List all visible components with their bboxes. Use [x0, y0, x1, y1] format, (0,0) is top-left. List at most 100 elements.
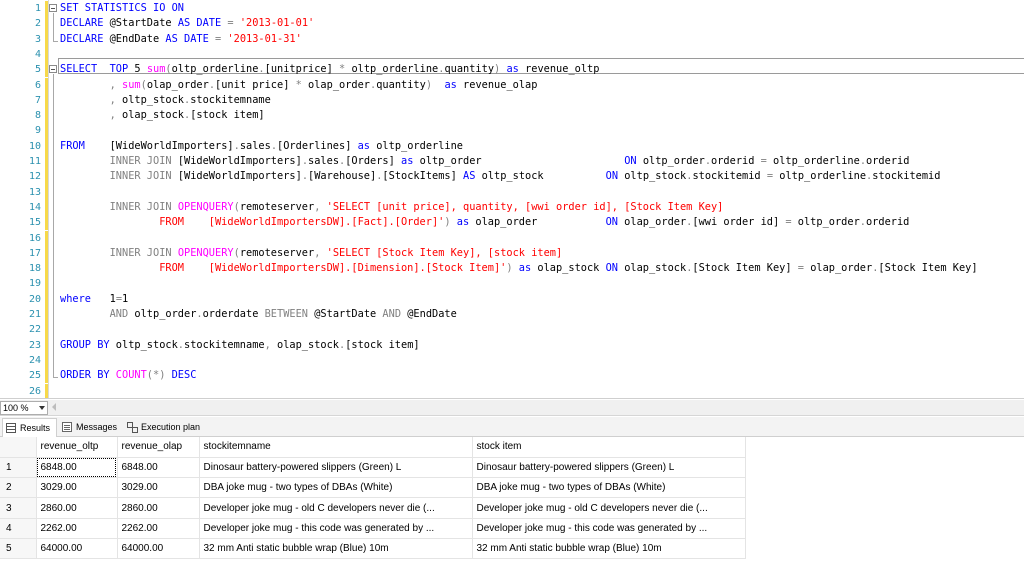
- zoom-dropdown[interactable]: 100 %: [0, 401, 48, 415]
- results-tabs: Results Messages Execution plan: [0, 417, 1024, 437]
- results-grid[interactable]: revenue_oltp revenue_olap stockitemname …: [0, 437, 746, 560]
- identifier-token: [WideWorldImporters]: [177, 170, 302, 183]
- code-line[interactable]: INNER JOIN OPENQUERY(remoteserver, 'SELE…: [60, 246, 563, 261]
- row-number[interactable]: 4: [0, 518, 37, 539]
- keyword-token: FROM: [60, 139, 110, 152]
- code-line[interactable]: AND oltp_order.orderdate BETWEEN @StartD…: [60, 307, 457, 322]
- column-header[interactable]: stockitemname: [199, 437, 473, 458]
- identifier-token: oltp_orderline: [171, 63, 259, 76]
- line-number: 18: [28, 263, 41, 275]
- row-number[interactable]: 2: [0, 477, 37, 499]
- code-line[interactable]: DECLARE @StartDate AS DATE = '2013-01-01…: [60, 16, 314, 31]
- line-number: 23: [28, 339, 41, 351]
- code-line[interactable]: INNER JOIN [WideWorldImporters].[Warehou…: [60, 169, 941, 184]
- identifier-token: orderid: [711, 155, 761, 167]
- code-line[interactable]: SET STATISTICS IO ON: [60, 1, 184, 16]
- grid-cell[interactable]: 6848.00: [117, 457, 200, 479]
- tab-execution-plan[interactable]: Execution plan: [124, 418, 204, 436]
- code-line[interactable]: INNER JOIN [WideWorldImporters].sales.[O…: [60, 154, 910, 169]
- keyword-token: ORDER BY: [60, 369, 116, 382]
- grid-cell[interactable]: 2262.00: [117, 518, 200, 539]
- operator-token: =: [766, 170, 780, 183]
- grid-cell[interactable]: Developer joke mug - old C developers ne…: [472, 497, 746, 519]
- code-line[interactable]: FROM [WideWorldImporters].sales.[Orderli…: [60, 139, 463, 154]
- identifier-token: olap_order: [146, 78, 209, 91]
- code-line[interactable]: FROM [WideWorldImportersDW].[Dimension].…: [60, 261, 978, 276]
- keyword-token: DECLARE: [60, 32, 110, 45]
- code-line[interactable]: DECLARE @EndDate AS DATE = '2013-01-31': [60, 32, 302, 47]
- table-row[interactable]: 4 2262.00 2262.00 Developer joke mug - this…: [0, 518, 746, 539]
- changed-line-marker: [45, 337, 48, 353]
- table-row[interactable]: 3 2860.00 2860.00 Developer joke mug - old …: [0, 497, 746, 519]
- grid-cell[interactable]: 2860.00: [36, 497, 118, 519]
- table-row[interactable]: 5 64000.00 64000.00 32 mm Anti static bubbl…: [0, 538, 746, 560]
- identifier-token: stockitemid: [692, 170, 767, 183]
- keyword-token: as: [357, 139, 377, 152]
- code-line[interactable]: , oltp_stock.stockitemname: [60, 93, 271, 108]
- grid-cell[interactable]: Developer joke mug - this code was gener…: [199, 518, 473, 539]
- row-number[interactable]: 5: [0, 538, 37, 560]
- operator-token: INNER JOIN: [109, 155, 178, 167]
- identifier-token: @EndDate: [407, 308, 457, 320]
- keyword-token: as: [401, 155, 420, 167]
- column-header[interactable]: revenue_oltp: [36, 437, 118, 458]
- operator-token: (*): [146, 369, 172, 382]
- identifier-token: @StartDate: [314, 308, 383, 320]
- operator-token: ,: [60, 109, 122, 122]
- grid-cell[interactable]: Developer joke mug - old C developers ne…: [199, 497, 473, 519]
- identifier-token: [Stock Item Key]: [878, 262, 978, 275]
- grid-cell[interactable]: 64000.00: [117, 538, 200, 560]
- grid-cell[interactable]: DBA joke mug - two types of DBAs (White): [472, 477, 746, 499]
- code-line[interactable]: INNER JOIN OPENQUERY(remoteserver, 'SELE…: [60, 200, 724, 215]
- code-line[interactable]: FROM [WideWorldImportersDW].[Fact].[Orde…: [60, 215, 909, 230]
- grid-cell[interactable]: 3029.00: [117, 477, 200, 499]
- code-line[interactable]: where 1=1: [60, 292, 128, 307]
- grid-cell[interactable]: 2860.00: [117, 497, 200, 519]
- code-line[interactable]: , olap_stock.[stock item]: [60, 108, 265, 123]
- identifier-token: orderdate: [202, 308, 265, 320]
- operator-token: =: [227, 17, 240, 30]
- grid-cell[interactable]: 64000.00: [36, 538, 118, 560]
- code-line[interactable]: SELECT TOP 5 sum(oltp_orderline.[unitpri…: [60, 62, 599, 77]
- messages-icon: [62, 422, 72, 432]
- collapse-region-icon[interactable]: [49, 65, 57, 74]
- grid-cell[interactable]: 3029.00: [36, 477, 118, 499]
- header-row: revenue_oltp revenue_olap stockitemname …: [0, 437, 746, 458]
- row-number[interactable]: 1: [0, 457, 37, 479]
- line-number: 1: [34, 3, 41, 14]
- tab-results[interactable]: Results: [2, 418, 57, 437]
- row-number[interactable]: 3: [0, 497, 37, 519]
- keyword-token: as: [518, 262, 538, 275]
- identifier-token: orderid: [865, 216, 910, 229]
- identifier-token: [stock item]: [190, 109, 265, 122]
- grid-cell[interactable]: Dinosaur battery-powered slippers (Green…: [472, 457, 746, 479]
- collapse-region-icon[interactable]: [49, 4, 57, 12]
- identifier-token: revenue_oltp: [525, 63, 600, 76]
- keyword-token: ON: [605, 216, 625, 229]
- scroll-left-icon[interactable]: [52, 403, 56, 411]
- identifier-token: stockitemid: [872, 170, 941, 183]
- grid-cell[interactable]: 32 mm Anti static bubble wrap (Blue) 10m: [472, 538, 746, 560]
- code-line[interactable]: , sum(olap_order.[unit price] * olap_ord…: [60, 78, 538, 93]
- column-header[interactable]: revenue_olap: [117, 437, 200, 458]
- grid-cell[interactable]: 32 mm Anti static bubble wrap (Blue) 10m: [199, 538, 473, 560]
- code-line[interactable]: ORDER BY COUNT(*) DESC: [60, 368, 196, 383]
- changed-line-marker: [45, 154, 48, 170]
- grid-cell[interactable]: DBA joke mug - two types of DBAs (White): [199, 477, 473, 499]
- tab-messages[interactable]: Messages: [59, 418, 121, 436]
- query-editor[interactable]: 1 2 3 4 5 6 7 8 9 10 11 12 13 14 15 16 17 18 19 20 21 22 23 24 2…: [0, 0, 1024, 398]
- grid-cell[interactable]: 2262.00: [36, 518, 118, 539]
- table-row[interactable]: 1 6848.00 6848.00 Dinosaur battery-powered …: [0, 457, 746, 479]
- code-line[interactable]: GROUP BY oltp_stock.stockitemname, olap_…: [60, 338, 420, 353]
- string-token: '2013-01-01': [239, 17, 315, 30]
- corner-cell[interactable]: [0, 437, 37, 458]
- table-row[interactable]: 2 3029.00 3029.00 DBA joke mug - two types …: [0, 477, 746, 499]
- changed-line-marker: [45, 92, 48, 109]
- column-header[interactable]: stock item: [472, 437, 746, 458]
- grid-cell[interactable]: Developer joke mug - this code was gener…: [472, 518, 746, 539]
- grid-cell[interactable]: Dinosaur battery-powered slippers (Green…: [199, 457, 473, 479]
- keyword-token: GROUP BY: [60, 338, 116, 351]
- string-token: '2013-01-31': [227, 32, 302, 45]
- editor-results-splitter[interactable]: [0, 398, 1024, 399]
- grid-cell[interactable]: 6848.00: [36, 457, 118, 479]
